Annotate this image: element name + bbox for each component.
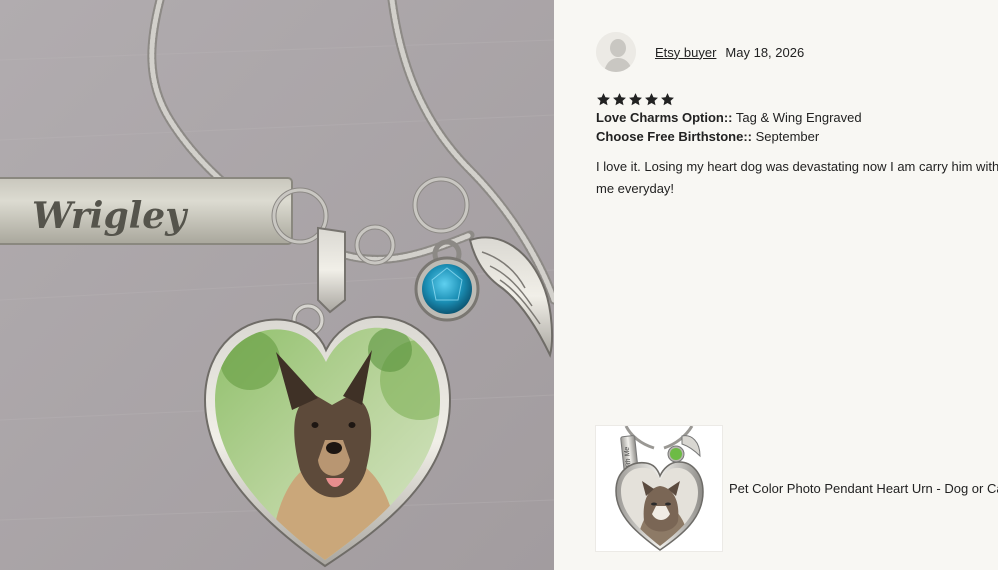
birthstone-charm [414,256,480,322]
variation-label: Love Charms Option:: [596,110,733,125]
variation-birthstone: Choose Free Birthstone:: September [596,129,819,144]
review-photo[interactable]: Wrigley [0,0,554,570]
star-icon [661,93,674,106]
reviewer-name-link[interactable]: Etsy buyer [655,45,716,60]
default-avatar-icon [596,32,636,72]
engraved-bar-tag: Wrigley [0,177,293,245]
reviewer-row: Etsy buyer May 18, 2026 [596,32,804,72]
variation-charms-option: Love Charms Option:: Tag & Wing Engraved [596,110,862,125]
variation-value: September [752,129,820,144]
product-title[interactable]: Pet Color Photo Pendant Heart Urn - Dog … [729,481,998,496]
star-icon [613,93,626,106]
star-icon [645,93,658,106]
variation-value: Tag & Wing Engraved [732,110,862,125]
review-panel: Etsy buyer May 18, 2026 Love Charms Opti… [554,0,998,570]
star-rating [596,92,675,107]
product-thumbnail[interactable]: Forever With Me [595,425,723,552]
star-icon [629,93,642,106]
variation-label: Choose Free Birthstone:: [596,129,753,144]
avatar[interactable] [596,32,636,72]
star-icon [597,93,610,106]
reviewed-product-link[interactable]: Forever With Me [595,425,998,552]
review-text: I love it. Losing my heart dog was devas… [596,159,998,196]
product-image: Forever With Me [596,426,722,551]
review-photo-image: Wrigley [0,0,554,570]
review-date: May 18, 2026 [725,44,805,60]
tag-engraving: Wrigley [32,195,188,237]
